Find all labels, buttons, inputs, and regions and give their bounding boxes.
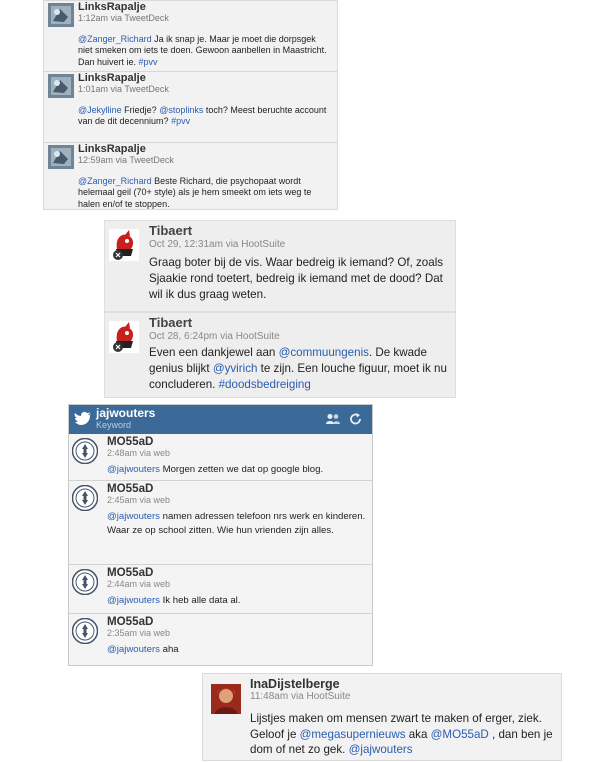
mention-link[interactable]: @commuungenis [279, 346, 369, 359]
mention-link[interactable]: @jajwouters [107, 595, 160, 606]
tweet: MO55aD 2:44am via web @jajwouters Ik heb… [69, 565, 372, 614]
tweet-author[interactable]: MO55aD [107, 435, 153, 448]
mention-link[interactable]: @MO55aD [431, 728, 489, 741]
tweet-meta: 1:01am via TweetDeck [78, 84, 169, 94]
tweet-text-run: Morgen zetten we dat op google blog. [159, 464, 324, 475]
mention-link[interactable]: @stoplinks [159, 105, 203, 115]
tweet-text: @Zanger_Richard Beste Richard, die psych… [78, 176, 330, 210]
column-jajwouters: jajwouters Keyword MO55aD 2:48am via web… [68, 404, 373, 666]
hashtag-link[interactable]: #pvv [139, 57, 158, 67]
tweet-text: @jajwouters Ik heb alle data al. [107, 594, 367, 608]
tweet-author[interactable]: MO55aD [107, 615, 153, 628]
tweet-text: @Jekylline Friedje? @stoplinks toch? Mee… [78, 105, 330, 128]
bird-icon [74, 412, 91, 425]
hashtag-link[interactable]: #pvv [171, 116, 190, 126]
avatar[interactable] [48, 3, 74, 27]
tweet-meta: 2:35am via web [107, 628, 171, 638]
avatar[interactable] [72, 485, 98, 511]
tweet-author[interactable]: LinksRapalje [78, 1, 146, 13]
tweet-meta: 2:48am via web [107, 448, 171, 458]
avatar[interactable] [48, 74, 74, 98]
mention-link[interactable]: @yvirich [213, 362, 258, 375]
tweet-text-run: Even een dankjewel aan [149, 346, 279, 359]
column-subtitle: Keyword [96, 420, 132, 430]
tweet-text-run: Graag boter bij de vis. Waar bedreig ik … [149, 256, 444, 301]
tweet-meta: 12:59am via TweetDeck [78, 155, 174, 165]
mention-link[interactable]: @jajwouters [107, 464, 160, 475]
column-title: jajwouters [96, 406, 156, 420]
tweet: LinksRapalje 12:59am via TweetDeck @Zang… [44, 143, 337, 209]
tweet-author[interactable]: InaDijstelberge [250, 677, 340, 691]
tweet-text: @Zanger_Richard Ja ik snap je. Maar je m… [78, 34, 330, 68]
tweet-author[interactable]: Tibaert [149, 315, 192, 330]
tweet: LinksRapalje 1:01am via TweetDeck @Jekyl… [44, 72, 337, 143]
mention-link[interactable]: @jajwouters [349, 743, 413, 756]
tweet-text: Graag boter bij de vis. Waar bedreig ik … [149, 255, 447, 303]
avatar[interactable] [72, 569, 98, 595]
mention-link[interactable]: @Jekylline [78, 105, 122, 115]
mention-link[interactable]: @Zanger_Richard [78, 176, 152, 186]
tweet-text-run: Ik heb alle data al. [159, 595, 241, 606]
mention-link[interactable]: @Zanger_Richard [78, 34, 152, 44]
tweet-meta: Oct 29, 12:31am via HootSuite [149, 239, 286, 250]
tweet-text: Lijstjes maken om mensen zwart te maken … [250, 711, 556, 758]
avatar[interactable] [211, 684, 241, 714]
mention-link[interactable]: @jajwouters [107, 644, 160, 655]
avatar[interactable] [48, 145, 74, 169]
tweet-text-run: Friedje? [121, 105, 160, 115]
users-icon[interactable] [326, 413, 340, 425]
refresh-icon[interactable] [349, 413, 363, 425]
avatar[interactable] [72, 618, 98, 644]
tweet-meta: 2:44am via web [107, 579, 171, 589]
tweet: MO55aD 2:45am via web @jajwouters namen … [69, 481, 372, 565]
tweet-text: Even een dankjewel aan @commuungenis. De… [149, 345, 447, 393]
hashtag-link[interactable]: #doodsbedreiging [219, 378, 311, 391]
tweet-meta: Oct 28, 6:24pm via HootSuite [149, 331, 280, 342]
tweet-author[interactable]: MO55aD [107, 482, 153, 495]
tweet-author[interactable]: MO55aD [107, 566, 153, 579]
mention-link[interactable]: @megasupernieuws [300, 728, 406, 741]
tweet-text: @jajwouters namen adressen telefoon nrs … [107, 510, 367, 538]
tweet-meta: 2:45am via web [107, 495, 171, 505]
tweet: Tibaert Oct 28, 6:24pm via HootSuite Eve… [104, 312, 456, 398]
tweet-text-run: aka [405, 727, 431, 741]
tweet-meta: 11:48am via HootSuite [250, 691, 351, 702]
tweet-author[interactable]: LinksRapalje [78, 143, 146, 155]
column-header: jajwouters Keyword [69, 405, 372, 434]
tweet: Tibaert Oct 29, 12:31am via HootSuite Gr… [104, 220, 456, 312]
avatar[interactable] [72, 438, 98, 464]
tweet-text: @jajwouters aha [107, 643, 367, 657]
avatar[interactable] [109, 229, 139, 261]
tweet-meta: 1:12am via TweetDeck [78, 13, 169, 23]
tweet-list-linksrapalje: LinksRapalje 1:12am via TweetDeck @Zange… [43, 0, 338, 210]
tweet: LinksRapalje 1:12am via TweetDeck @Zange… [44, 1, 337, 72]
tweet-author[interactable]: LinksRapalje [78, 72, 146, 84]
tweet: MO55aD 2:48am via web @jajwouters Morgen… [69, 434, 372, 481]
tweet-text: @jajwouters Morgen zetten we dat op goog… [107, 463, 367, 477]
avatar[interactable] [109, 321, 139, 353]
tweet: MO55aD 2:35am via web @jajwouters aha [69, 614, 372, 664]
tweet-author[interactable]: Tibaert [149, 223, 192, 238]
mention-link[interactable]: @jajwouters [107, 511, 160, 522]
tweet: InaDijstelberge 11:48am via HootSuite Li… [202, 673, 562, 761]
tweet-text-run: aha [159, 644, 179, 655]
